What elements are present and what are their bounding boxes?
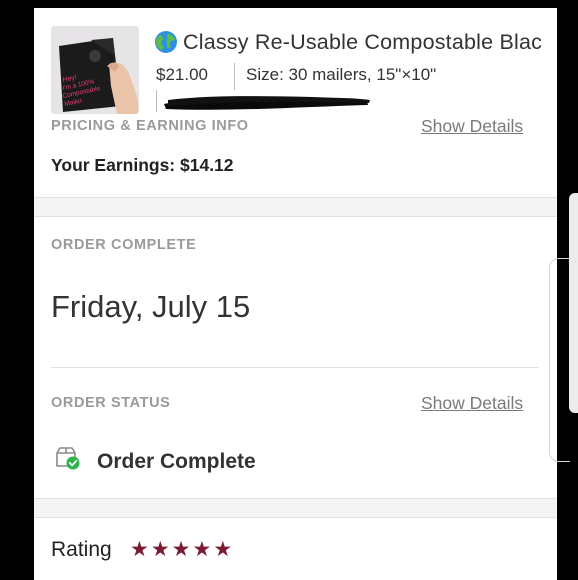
globe-icon	[155, 31, 177, 53]
star-icon: ★	[150, 538, 170, 561]
meta-divider	[156, 90, 157, 112]
price-divider	[234, 63, 235, 90]
product-price: $21.00	[156, 65, 208, 84]
your-earnings: Your Earnings: $14.12	[51, 155, 234, 175]
rating-label: Rating	[51, 538, 112, 561]
star-icon: ★	[213, 538, 233, 561]
package-check-icon	[56, 447, 80, 470]
section-divider	[34, 216, 557, 217]
order-details-panel: Hey! I'm a 100% Compostable Mailer. Clas…	[34, 8, 557, 580]
edge-panel-handle[interactable]	[569, 193, 578, 413]
product-image: Hey! I'm a 100% Compostable Mailer.	[51, 26, 139, 114]
order-status-show-details-link[interactable]: Show Details	[421, 392, 523, 414]
order-status-label: ORDER STATUS	[51, 395, 171, 411]
product-size: Size: 30 mailers, 15"×10"	[246, 65, 437, 84]
product-title-text: Classy Re-Usable Compostable Blac	[183, 30, 543, 54]
section-spacer	[34, 198, 557, 216]
redaction-scribble	[164, 96, 370, 110]
star-icon: ★	[171, 538, 191, 561]
pricing-section-label: PRICING & EARNING INFO	[51, 118, 249, 134]
order-complete-label: ORDER COMPLETE	[51, 237, 197, 253]
section-divider	[34, 517, 557, 518]
screen: Hey! I'm a 100% Compostable Mailer. Clas…	[0, 0, 578, 580]
scroll-edge-indicator	[549, 258, 570, 462]
order-complete-date: Friday, July 15	[51, 289, 251, 324]
product-thumbnail[interactable]: Hey! I'm a 100% Compostable Mailer.	[51, 26, 139, 114]
pricing-show-details-link[interactable]: Show Details	[421, 115, 523, 137]
row-divider	[51, 367, 539, 368]
rating-stars: ★ ★ ★ ★ ★	[130, 539, 232, 561]
order-status-text: Order Complete	[97, 450, 256, 473]
section-spacer	[34, 499, 557, 517]
product-title[interactable]: Classy Re-Usable Compostable Blac	[154, 26, 557, 58]
order-status-icon-wrap	[54, 445, 82, 475]
star-icon: ★	[130, 538, 149, 561]
star-icon: ★	[192, 538, 212, 561]
